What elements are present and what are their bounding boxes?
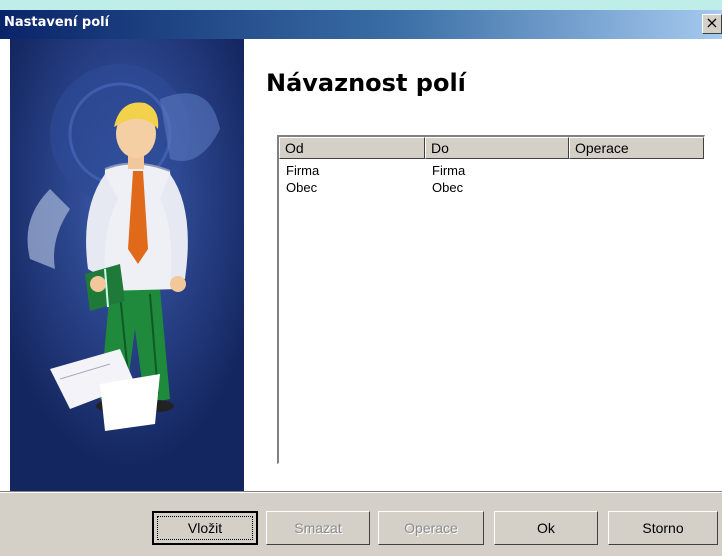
- ok-button[interactable]: Ok: [494, 511, 598, 545]
- field-mapping-list[interactable]: Od Do Operace Firma Firma Obec Obec: [277, 135, 705, 464]
- cell-do: Obec: [432, 180, 464, 195]
- dialog-window: Nastavení polí × Návaznost polí Od Do Op…: [0, 10, 722, 556]
- cancel-button[interactable]: Storno: [608, 511, 718, 545]
- delete-button[interactable]: Smazat: [266, 511, 370, 545]
- page-heading: Návaznost polí: [266, 69, 466, 97]
- focus-rectangle: [157, 516, 253, 540]
- list-row[interactable]: Firma Firma: [279, 163, 704, 179]
- cell-od: Firma: [286, 163, 320, 178]
- column-header-do[interactable]: Do: [425, 137, 569, 159]
- cell-do: Firma: [432, 163, 466, 178]
- footer-separator: [0, 491, 722, 493]
- cancel-button-label: Storno: [642, 520, 684, 536]
- window-title: Nastavení polí: [4, 15, 110, 30]
- operation-button[interactable]: Operace: [378, 511, 484, 545]
- dialog-content: Návaznost polí Od Do Operace Firma Firma…: [0, 39, 722, 491]
- businessman-illustration: [10, 39, 244, 491]
- insert-button[interactable]: Vložit: [152, 511, 258, 545]
- column-header-od[interactable]: Od: [279, 137, 425, 159]
- desktop-stripe: [0, 0, 722, 10]
- ok-button-label: Ok: [537, 520, 555, 536]
- column-header-operace[interactable]: Operace: [569, 137, 704, 159]
- wizard-illustration: [10, 39, 244, 491]
- list-row[interactable]: Obec Obec: [279, 180, 704, 196]
- operation-button-label: Operace: [404, 520, 458, 536]
- title-bar[interactable]: Nastavení polí ×: [0, 10, 722, 39]
- delete-button-label: Smazat: [294, 520, 342, 536]
- close-icon: ×: [705, 13, 719, 32]
- close-button[interactable]: ×: [702, 14, 722, 34]
- list-header: Od Do Operace: [279, 137, 704, 159]
- cell-od: Obec: [286, 180, 318, 195]
